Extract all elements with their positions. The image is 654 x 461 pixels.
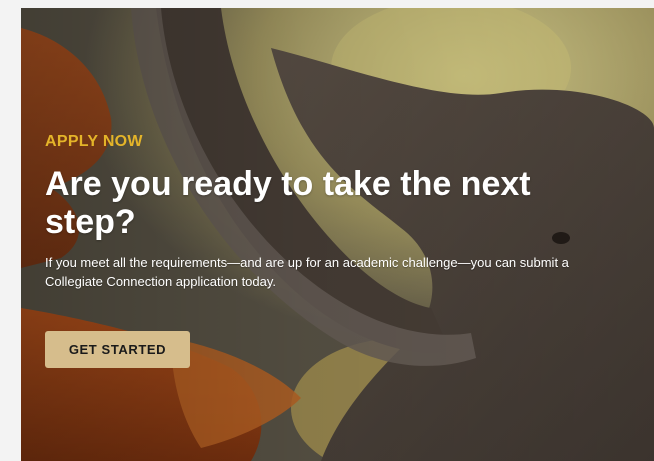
hero-text-block: APPLY NOW Are you ready to take the next… (45, 133, 605, 291)
hero-description: If you meet all the requirements—and are… (45, 255, 569, 289)
apply-now-eyebrow: APPLY NOW (45, 133, 143, 150)
page-background: APPLY NOW Are you ready to take the next… (0, 0, 654, 461)
apply-hero-banner: APPLY NOW Are you ready to take the next… (21, 8, 654, 461)
get-started-button[interactable]: GET STARTED (45, 331, 190, 368)
hero-headline: Are you ready to take the next step? (45, 165, 531, 241)
